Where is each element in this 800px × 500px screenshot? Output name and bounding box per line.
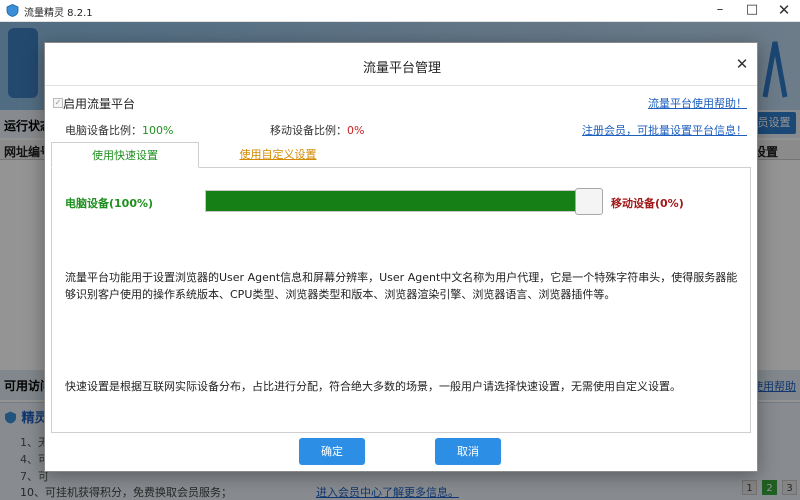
window-titlebar: 流量精灵 8.2.1 – □ ✕ bbox=[0, 0, 800, 22]
cancel-button[interactable]: 取消 bbox=[435, 438, 501, 465]
enable-platform-checkbox[interactable]: ✓ bbox=[53, 98, 63, 108]
window-close-button[interactable]: ✕ bbox=[768, 0, 800, 22]
traffic-platform-dialog: 流量平台管理 ✕ ✓ 启用流量平台 流量平台使用帮助！ 电脑设备比例：100% … bbox=[44, 42, 758, 472]
minimize-button[interactable]: – bbox=[704, 0, 736, 22]
slider-fill bbox=[206, 191, 578, 211]
dialog-divider bbox=[45, 85, 757, 86]
dialog-title: 流量平台管理 bbox=[362, 61, 441, 76]
platform-help-link[interactable]: 流量平台使用帮助！ bbox=[648, 95, 747, 111]
slider-thumb[interactable] bbox=[575, 188, 603, 215]
mobile-ratio-value: 0% bbox=[347, 124, 365, 137]
tab-custom-settings[interactable]: 使用自定义设置 bbox=[200, 142, 356, 168]
device-ratio-slider-track[interactable] bbox=[205, 190, 603, 212]
enable-platform-label[interactable]: 启用流量平台 bbox=[63, 95, 135, 112]
pc-ratio-text: 电脑设备比例：100% bbox=[65, 122, 173, 138]
pc-ratio-value: 100% bbox=[142, 124, 174, 137]
tab-quick-settings[interactable]: 使用快速设置 bbox=[51, 142, 199, 168]
app-title: 流量精灵 8.2.1 bbox=[24, 8, 93, 19]
platform-description: 流量平台功能用于设置浏览器的User Agent信息和屏幕分辨率，User Ag… bbox=[65, 271, 738, 301]
mobile-device-label: 移动设备(0%) bbox=[611, 197, 684, 210]
dialog-close-icon[interactable]: ✕ bbox=[733, 55, 751, 73]
pc-ratio-label: 电脑设备比例： bbox=[65, 124, 142, 137]
mobile-ratio-text: 移动设备比例：0% bbox=[270, 122, 364, 138]
ok-button[interactable]: 确定 bbox=[299, 438, 365, 465]
pc-device-label: 电脑设备(100%) bbox=[65, 197, 154, 210]
maximize-button[interactable]: □ bbox=[736, 0, 768, 22]
mobile-ratio-label: 移动设备比例： bbox=[270, 124, 347, 137]
quick-settings-description: 快速设置是根据互联网实际设备分布，占比进行分配，符合绝大多数的场景，一般用户请选… bbox=[65, 380, 681, 393]
app-logo-icon bbox=[6, 4, 19, 17]
register-member-link[interactable]: 注册会员，可批量设置平台信息！ bbox=[582, 122, 747, 138]
